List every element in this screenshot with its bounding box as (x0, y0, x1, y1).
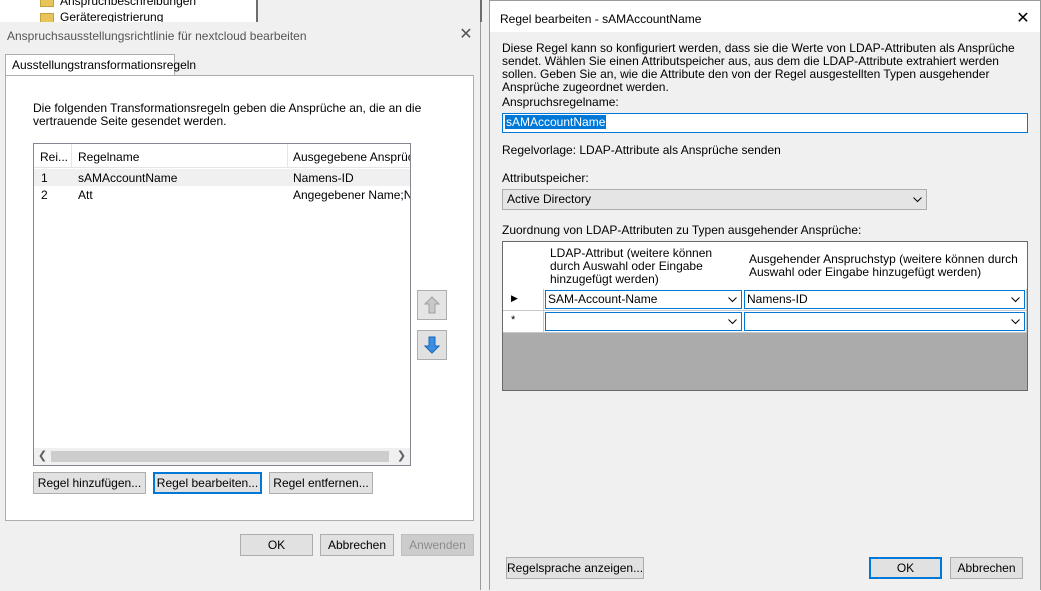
move-down-button[interactable] (417, 330, 447, 360)
ldap-attribute-cell[interactable] (544, 311, 744, 333)
column-header-order[interactable]: Rei... (40, 150, 70, 164)
remove-rule-button[interactable]: Regel entfernen... (269, 472, 373, 494)
tab-transformation-rules[interactable]: Ausstellungstransformationsregeln (5, 54, 196, 76)
horizontal-scrollbar[interactable]: ❮ ❯ (34, 448, 410, 465)
row-header[interactable]: ▶ (503, 289, 544, 311)
cancel-button[interactable]: Abbrechen (950, 557, 1023, 579)
background-divider (480, 0, 482, 22)
ldap-attribute-select[interactable] (545, 312, 742, 331)
rules-description: Die folgenden Transformationsregeln gebe… (33, 101, 422, 128)
rule-name-label: Anspruchsregelname: (502, 95, 619, 109)
folder-icon (40, 0, 54, 7)
background-tree: Anspruchbeschreibungen Geräteregistrieru… (0, 0, 258, 22)
claim-type-select[interactable] (744, 312, 1025, 331)
rule-template-text: Regelvorlage: LDAP-Attribute als Ansprüc… (502, 143, 781, 157)
edit-rule-button[interactable]: Regel bearbeiten... (153, 472, 262, 494)
column-header-name[interactable]: Regelname (78, 150, 278, 164)
arrow-up-icon (424, 296, 440, 314)
chevron-down-icon (913, 197, 922, 203)
grid-corner (503, 242, 545, 290)
title-bar: Regel bearbeiten - sAMAccountName ✕ (490, 1, 1040, 32)
list-item[interactable]: 1 sAMAccountName Namens-ID (34, 169, 410, 186)
claim-type-cell[interactable] (743, 311, 1027, 333)
rule-name-input[interactable]: sAMAccountName (502, 113, 1028, 133)
attribute-store-label: Attributspeicher: (502, 171, 589, 185)
chevron-right-icon[interactable]: ❯ (393, 448, 410, 465)
chevron-down-icon (728, 319, 737, 325)
tree-item[interactable]: Anspruchbeschreibungen (40, 0, 196, 8)
background-divider (256, 0, 258, 22)
arrow-down-icon (424, 336, 440, 354)
ok-button[interactable]: OK (240, 534, 313, 556)
folder-icon (40, 12, 54, 22)
edit-rule-dialog: Regel bearbeiten - sAMAccountName ✕ Dies… (489, 0, 1041, 591)
attribute-store-select[interactable]: Active Directory (502, 189, 927, 210)
dialog-title: Anspruchsausstellungsrichtlinie für next… (7, 29, 307, 43)
column-header-ldap-attribute: LDAP-Attribut (weitere können durch Ausw… (544, 242, 744, 290)
dialog-title: Regel bearbeiten - sAMAccountName (500, 12, 702, 26)
show-rule-language-button[interactable]: Regelsprache anzeigen... (506, 557, 644, 579)
apply-button: Anwenden (401, 534, 474, 556)
ok-button[interactable]: OK (869, 557, 942, 579)
chevron-down-icon (1011, 297, 1020, 303)
scrollbar-thumb[interactable] (51, 451, 389, 462)
claim-type-select[interactable]: Namens-ID (744, 290, 1025, 309)
list-header: Rei... Regelname Ausgegebene Ansprüch (34, 144, 410, 168)
dialog-body: Diese Regel kann so konfiguriert werden,… (490, 32, 1040, 591)
chevron-left-icon[interactable]: ❮ (34, 448, 51, 465)
chevron-down-icon (1011, 319, 1020, 325)
move-up-button[interactable] (417, 290, 447, 320)
rule-name-value: sAMAccountName (505, 115, 607, 129)
tree-item[interactable]: Geräteregistrierung (40, 10, 163, 22)
ldap-attribute-cell[interactable]: SAM-Account-Name (544, 289, 744, 311)
tab-panel: Die folgenden Transformationsregeln gebe… (5, 75, 474, 521)
column-header-claims[interactable]: Ausgegebene Ansprüch (293, 150, 410, 164)
claim-policy-dialog: Anspruchsausstellungsrichtlinie für next… (0, 22, 481, 590)
rules-list[interactable]: Rei... Regelname Ausgegebene Ansprüch 1 … (33, 143, 411, 466)
ldap-attribute-select[interactable]: SAM-Account-Name (545, 290, 742, 309)
list-item[interactable]: 2 Att Angegebener Name;Nac (34, 186, 410, 203)
mapping-label: Zuordnung von LDAP-Attributen zu Typen a… (502, 223, 862, 237)
column-header-claim-type: Ausgehender Anspruchstyp (weitere können… (743, 242, 1027, 290)
close-icon[interactable]: ✕ (458, 27, 474, 43)
close-icon[interactable]: ✕ (1015, 11, 1031, 27)
rule-description: Diese Regel kann so konfiguriert werden,… (502, 41, 1015, 94)
claim-type-cell[interactable]: Namens-ID (743, 289, 1027, 311)
chevron-down-icon (728, 297, 737, 303)
cancel-button[interactable]: Abbrechen (320, 534, 394, 556)
add-rule-button[interactable]: Regel hinzufügen... (33, 472, 146, 494)
mapping-grid: LDAP-Attribut (weitere können durch Ausw… (502, 241, 1028, 391)
row-header[interactable]: * (503, 311, 544, 333)
